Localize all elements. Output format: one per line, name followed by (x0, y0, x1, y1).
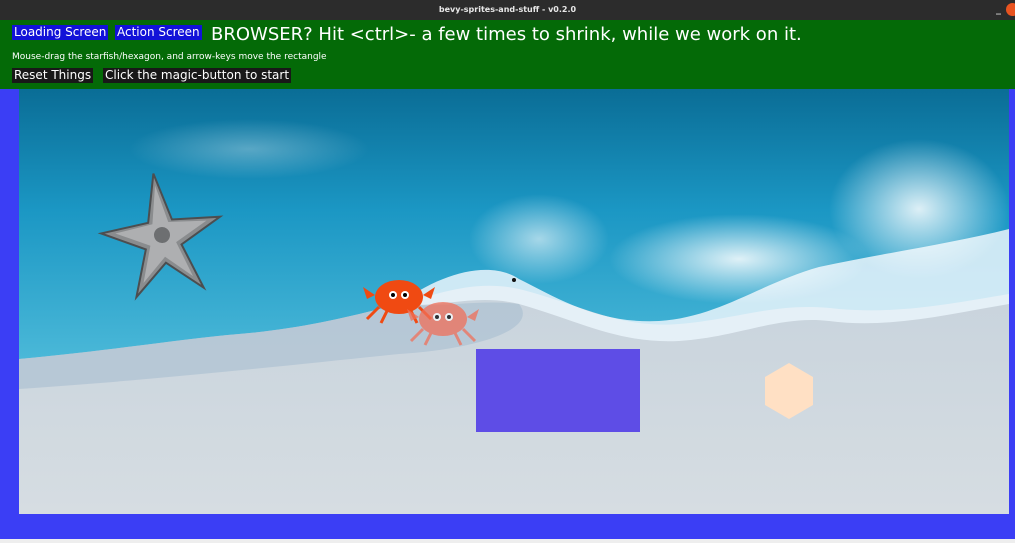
browser-headline: BROWSER? Hit <ctrl>- a few times to shri… (211, 24, 802, 45)
action-screen-button[interactable]: Action Screen (115, 25, 202, 40)
close-button[interactable] (1006, 3, 1015, 16)
movable-rectangle[interactable] (476, 349, 640, 432)
magic-button[interactable]: Click the magic-button to start (103, 68, 292, 83)
foam-patch (129, 119, 369, 179)
instructions-text: Mouse-drag the starfish/hexagon, and arr… (12, 52, 327, 62)
game-header: Loading Screen Action Screen BROWSER? Hi… (0, 20, 1015, 89)
game-canvas[interactable] (19, 89, 1009, 514)
reset-things-button[interactable]: Reset Things (12, 68, 94, 83)
window-title: bevy-sprites-and-stuff - v0.2.0 (438, 5, 577, 14)
window-titlebar: bevy-sprites-and-stuff - v0.2.0 _ (0, 0, 1015, 20)
cursor-dot (512, 278, 516, 282)
minimize-button[interactable]: _ (996, 0, 1001, 20)
bottom-strip (0, 539, 1015, 543)
beach-scene (19, 89, 1009, 514)
foam-patch (469, 194, 609, 284)
foam-patch (829, 139, 1009, 279)
loading-screen-button[interactable]: Loading Screen (12, 25, 109, 40)
foam-patch (609, 214, 869, 304)
